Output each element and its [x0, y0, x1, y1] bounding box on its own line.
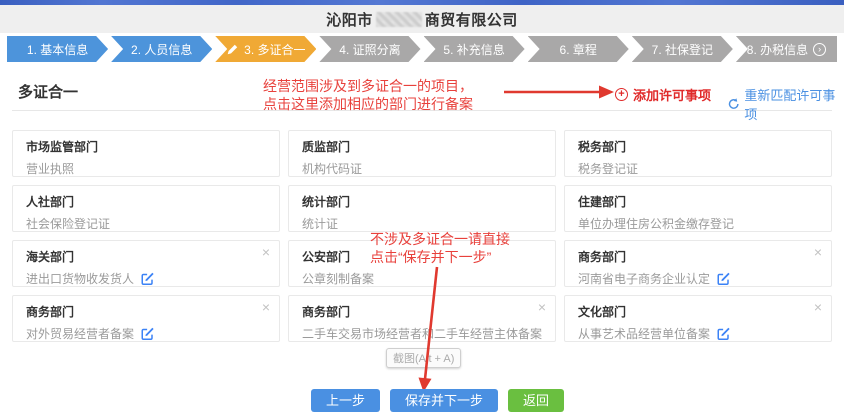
censored-block — [376, 12, 422, 27]
plus-circle-icon: + — [615, 88, 628, 101]
card-item-label: 公章刻制备案 — [302, 270, 374, 287]
card-dept-label: 商务部门 — [578, 248, 819, 265]
card-item-label: 单位办理住房公积金缴存登记 — [578, 215, 734, 232]
edit-icon[interactable] — [140, 326, 155, 341]
pencil-icon — [226, 43, 239, 56]
annotation-bottom-line1: 不涉及多证合一请直接 — [370, 230, 510, 248]
card-dept-label: 质监部门 — [302, 138, 543, 155]
card-dept-label: 商务部门 — [302, 303, 543, 320]
card-dept-label: 海关部门 — [26, 248, 267, 265]
wizard-step[interactable]: 4. 证照分离 — [319, 36, 420, 62]
edit-icon[interactable] — [716, 326, 731, 341]
wizard-step-label: 6. 章程 — [560, 41, 597, 58]
add-license-label: 添加许可事项 — [633, 85, 711, 104]
license-card: × 商务部门 河南省电子商务企业认定 — [564, 240, 832, 287]
rematch-license-label: 重新匹配许可事项 — [744, 85, 844, 123]
annotation-top-line2: 点击这里添加相应的部门进行备案 — [263, 95, 473, 113]
arrow-to-add-license-head — [599, 86, 614, 99]
card-dept-label: 商务部门 — [26, 303, 267, 320]
card-dept-label: 市场监管部门 — [26, 138, 267, 155]
license-card: 税务部门 税务登记证 — [564, 130, 832, 177]
wizard-step-label: 5. 补充信息 — [443, 41, 504, 58]
wizard-step[interactable]: 6. 章程 — [528, 36, 629, 62]
edit-icon[interactable] — [140, 271, 155, 286]
wizard-step[interactable]: 5. 补充信息 — [424, 36, 525, 62]
license-card: 人社部门 社会保险登记证 — [12, 185, 280, 232]
page: 沁阳市 商贸有限公司 1. 基本信息 2. 人员信息 3. 多证合一 4. 证照… — [0, 0, 844, 415]
wizard-step-label: 3. 多证合一 — [244, 41, 305, 58]
company-name-suffix: 商贸有限公司 — [425, 9, 518, 30]
back-button[interactable]: 返回 — [508, 389, 564, 412]
card-dept-label: 住建部门 — [578, 193, 819, 210]
license-card: 统计部门 统计证 — [288, 185, 556, 232]
card-item-label: 对外贸易经营者备案 — [26, 325, 134, 342]
license-card: 质监部门 机构代码证 — [288, 130, 556, 177]
wizard-step[interactable]: 1. 基本信息 — [7, 36, 108, 62]
app-header: 沁阳市 商贸有限公司 — [0, 5, 844, 33]
close-icon[interactable]: × — [262, 245, 270, 259]
chevron-circle-icon: › — [813, 43, 826, 56]
card-item-label: 统计证 — [302, 215, 338, 232]
card-dept-label: 文化部门 — [578, 303, 819, 320]
close-icon[interactable]: × — [262, 300, 270, 314]
section-title: 多证合一 — [18, 81, 78, 102]
wizard-step[interactable]: 2. 人员信息 — [111, 36, 212, 62]
license-card: 市场监管部门 营业执照 — [12, 130, 280, 177]
annotation-bottom-line2: 点击“保存并下一步” — [370, 248, 510, 266]
card-item-label: 进出口货物收发货人 — [26, 270, 134, 287]
card-item-label: 从事艺术品经营单位备案 — [578, 325, 710, 342]
license-card: × 文化部门 从事艺术品经营单位备案 — [564, 295, 832, 342]
annotation-bottom: 不涉及多证合一请直接 点击“保存并下一步” — [370, 230, 510, 266]
card-item-label: 税务登记证 — [578, 160, 638, 177]
prev-step-button[interactable]: 上一步 — [311, 389, 380, 412]
wizard-step-label: 4. 证照分离 — [339, 41, 400, 58]
close-icon[interactable]: × — [538, 300, 546, 314]
annotation-top-line1: 经营范围涉及到多证合一的项目， — [263, 77, 473, 95]
footer-buttons: 上一步 保存并下一步 返回 — [311, 389, 564, 412]
close-icon[interactable]: × — [814, 245, 822, 259]
page-title: 沁阳市 商贸有限公司 — [326, 9, 518, 30]
card-dept-label: 人社部门 — [26, 193, 267, 210]
company-name-prefix: 沁阳市 — [326, 9, 373, 30]
wizard-step-label: 7. 社保登记 — [652, 41, 713, 58]
card-item-label: 河南省电子商务企业认定 — [578, 270, 710, 287]
license-card: × 商务部门 对外贸易经营者备案 — [12, 295, 280, 342]
edit-icon[interactable] — [716, 271, 731, 286]
rematch-license-button[interactable]: 重新匹配许可事项 — [727, 85, 844, 123]
wizard-step[interactable]: 8. 办税信息 › — [736, 36, 837, 62]
save-and-next-button[interactable]: 保存并下一步 — [390, 389, 498, 412]
card-item-label: 二手车交易市场经营者和二手车经营主体备案 — [302, 325, 542, 342]
wizard-step-label: 2. 人员信息 — [131, 41, 192, 58]
step-wizard: 1. 基本信息 2. 人员信息 3. 多证合一 4. 证照分离 5. 补充信息 … — [0, 36, 844, 62]
annotation-top: 经营范围涉及到多证合一的项目， 点击这里添加相应的部门进行备案 — [263, 77, 473, 113]
card-dept-label: 统计部门 — [302, 193, 543, 210]
screenshot-hint-button[interactable]: 截图(Alt + A) — [386, 348, 461, 368]
license-card: × 海关部门 进出口货物收发货人 — [12, 240, 280, 287]
add-license-button[interactable]: + 添加许可事项 — [615, 85, 711, 104]
card-dept-label: 税务部门 — [578, 138, 819, 155]
wizard-step-label: 1. 基本信息 — [27, 41, 88, 58]
card-item-label: 机构代码证 — [302, 160, 362, 177]
wizard-step[interactable]: 7. 社保登记 — [632, 36, 733, 62]
license-card: × 商务部门 二手车交易市场经营者和二手车经营主体备案 — [288, 295, 556, 342]
license-card: 住建部门 单位办理住房公积金缴存登记 — [564, 185, 832, 232]
wizard-step[interactable]: 3. 多证合一 — [215, 36, 316, 62]
refresh-icon — [727, 97, 740, 111]
card-item-label: 社会保险登记证 — [26, 215, 110, 232]
wizard-step-label: 8. 办税信息 — [747, 41, 808, 58]
card-item-label: 营业执照 — [26, 160, 74, 177]
close-icon[interactable]: × — [814, 300, 822, 314]
